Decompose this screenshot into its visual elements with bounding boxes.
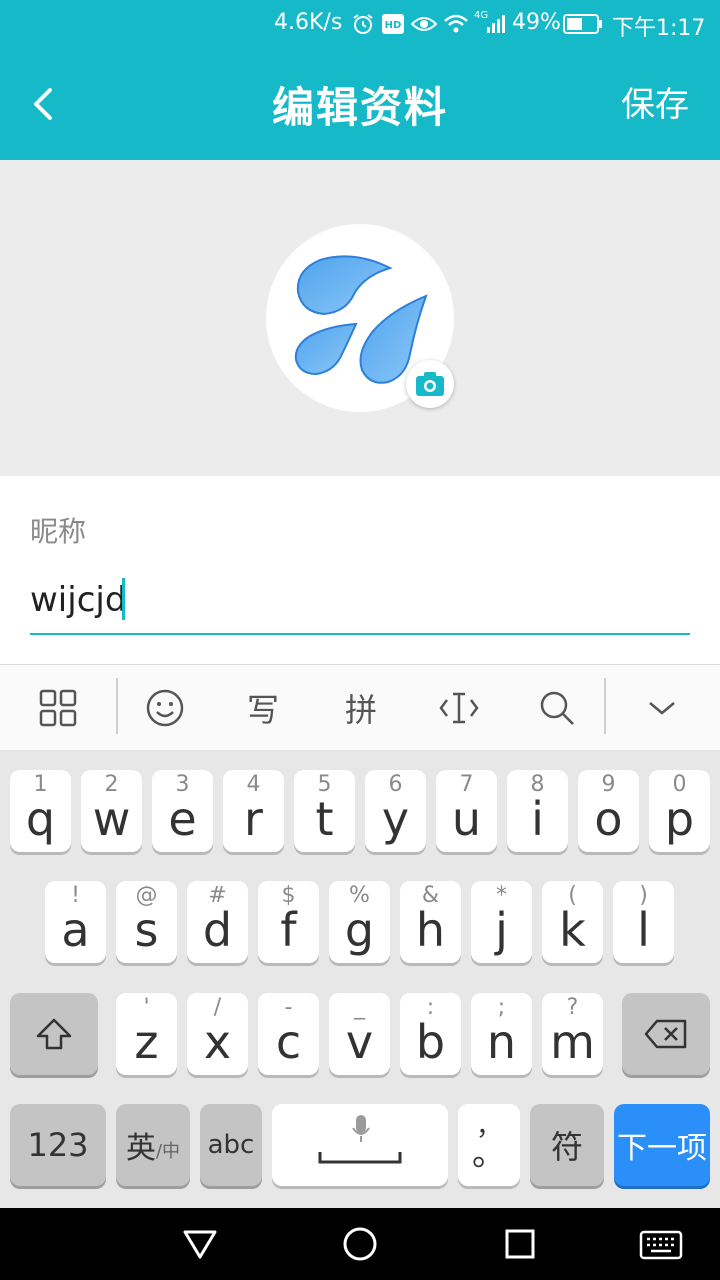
space-bar-icon bbox=[318, 1152, 402, 1164]
language-switch-key[interactable]: 英/中 bbox=[116, 1104, 190, 1186]
alarm-icon bbox=[350, 11, 376, 37]
key-m[interactable]: ? m bbox=[542, 993, 603, 1075]
grid-icon[interactable] bbox=[30, 680, 86, 736]
key-y[interactable]: 6y bbox=[365, 770, 426, 852]
language-label: 英 bbox=[125, 1131, 156, 1166]
shift-key[interactable] bbox=[10, 993, 98, 1075]
save-button[interactable]: 保存 bbox=[600, 80, 710, 130]
key-v[interactable]: _ v bbox=[329, 993, 390, 1075]
toolbar-divider bbox=[604, 678, 606, 734]
cursor-icon[interactable] bbox=[431, 680, 487, 736]
key-f[interactable]: $ f bbox=[258, 881, 319, 963]
key-g[interactable]: % g bbox=[329, 881, 390, 963]
key-z[interactable]: ' z bbox=[116, 993, 177, 1075]
clock: 下午1:17 bbox=[612, 16, 706, 41]
numbers-key[interactable]: 123 bbox=[10, 1104, 106, 1186]
collapse-icon[interactable] bbox=[634, 680, 690, 736]
abc-key[interactable]: abc bbox=[200, 1104, 262, 1186]
text-cursor bbox=[122, 578, 125, 620]
emoji-icon[interactable] bbox=[137, 680, 193, 736]
camera-icon bbox=[416, 372, 444, 396]
key-r[interactable]: 4r bbox=[223, 770, 284, 852]
search-icon[interactable] bbox=[529, 680, 585, 736]
key-o[interactable]: 9o bbox=[578, 770, 639, 852]
eye-icon bbox=[410, 11, 438, 37]
handwrite-icon[interactable]: 写 bbox=[235, 680, 291, 736]
circle-home-icon bbox=[343, 1227, 377, 1261]
key-c[interactable]: -c bbox=[258, 993, 319, 1075]
nav-recents-button[interactable] bbox=[500, 1224, 540, 1264]
key-n[interactable]: ; n bbox=[471, 993, 532, 1075]
network-speed: 4.6K/s bbox=[274, 10, 343, 35]
battery-percent: 49% bbox=[512, 10, 561, 35]
backspace-key[interactable] bbox=[622, 993, 710, 1075]
change-avatar-button[interactable] bbox=[406, 360, 454, 408]
punctuation-key[interactable]: ，。 bbox=[458, 1104, 520, 1186]
key-x[interactable]: / x bbox=[187, 993, 248, 1075]
square-recents-icon bbox=[505, 1229, 535, 1259]
battery-icon bbox=[562, 11, 604, 37]
svg-text:HD: HD bbox=[385, 20, 402, 31]
key-j[interactable]: * j bbox=[471, 881, 532, 963]
symbols-key[interactable]: 符 bbox=[530, 1104, 604, 1186]
microphone-icon bbox=[352, 1115, 370, 1142]
key-q[interactable]: 1q bbox=[10, 770, 71, 852]
keyboard-icon bbox=[639, 1230, 683, 1260]
key-d[interactable]: # d bbox=[187, 881, 248, 963]
shift-icon bbox=[36, 1018, 72, 1050]
nav-back-button[interactable] bbox=[180, 1224, 220, 1264]
nickname-input[interactable]: wijcjd bbox=[30, 572, 690, 628]
key-t[interactable]: 5t bbox=[294, 770, 355, 852]
space-key[interactable] bbox=[272, 1104, 448, 1186]
key-e[interactable]: 3e bbox=[152, 770, 213, 852]
key-p[interactable]: 0p bbox=[649, 770, 710, 852]
next-field-key[interactable]: 下一项 bbox=[614, 1104, 710, 1186]
nickname-label: 昵称 bbox=[30, 515, 87, 548]
key-a[interactable]: ! a bbox=[45, 881, 106, 963]
triangle-back-icon bbox=[183, 1230, 217, 1259]
nav-keyboard-button[interactable] bbox=[638, 1224, 684, 1264]
key-l[interactable]: ) l bbox=[613, 881, 674, 963]
key-s[interactable]: @ s bbox=[116, 881, 177, 963]
profile-form bbox=[0, 476, 720, 664]
key-h[interactable]: & h bbox=[400, 881, 461, 963]
key-w[interactable]: 2w bbox=[81, 770, 142, 852]
signal-icon bbox=[484, 11, 510, 37]
language-sub-label: /中 bbox=[155, 1141, 181, 1162]
pinyin-icon[interactable]: 拼 bbox=[333, 680, 389, 736]
wifi-icon bbox=[442, 11, 470, 37]
key-i[interactable]: 8i bbox=[507, 770, 568, 852]
toolbar-divider bbox=[116, 678, 118, 734]
key-b[interactable]: :b bbox=[400, 993, 461, 1075]
backspace-icon bbox=[644, 1019, 687, 1049]
input-underline bbox=[30, 633, 690, 635]
nav-home-button[interactable] bbox=[340, 1224, 380, 1264]
key-k[interactable]: (k bbox=[542, 881, 603, 963]
hd-icon: HD bbox=[380, 11, 406, 37]
key-u[interactable]: 7u bbox=[436, 770, 497, 852]
